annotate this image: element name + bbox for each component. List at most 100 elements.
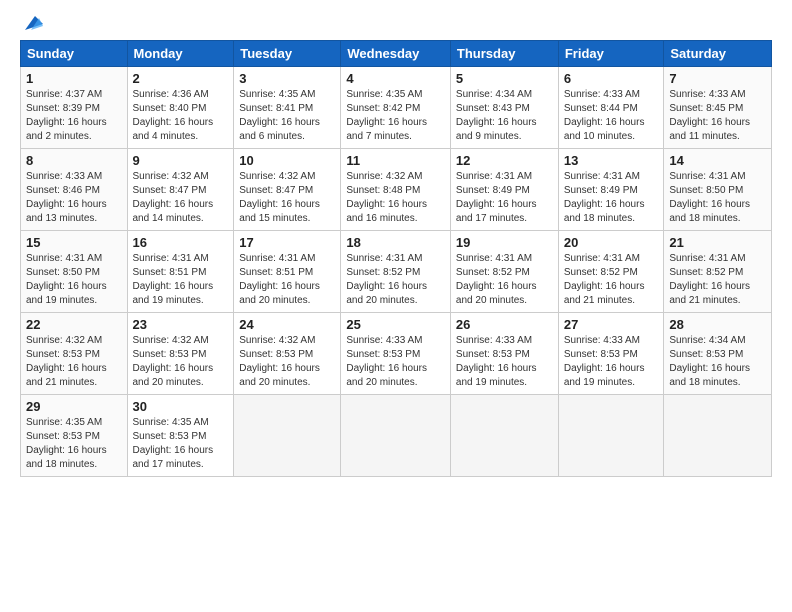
day-number: 28 (669, 317, 766, 332)
calendar-day-header: Friday (558, 41, 664, 67)
day-info: Sunrise: 4:33 AMSunset: 8:53 PMDaylight:… (346, 334, 445, 390)
calendar-day-cell: 5 Sunrise: 4:34 AMSunset: 8:43 PMDaylight… (450, 67, 558, 149)
calendar-day-header: Wednesday (341, 41, 451, 67)
calendar-day-cell: 6Sunrise: 4:33 AMSunset: 8:44 PMDaylight… (558, 67, 664, 149)
calendar-day-cell: 26 Sunrise: 4:33 AMSunset: 8:53 PMDayligh… (450, 313, 558, 395)
calendar-day-cell (558, 395, 664, 477)
calendar-day-cell: 27Sunrise: 4:33 AMSunset: 8:53 PMDayligh… (558, 313, 664, 395)
calendar-day-cell: 7 Sunrise: 4:33 AMSunset: 8:45 PMDaylight… (664, 67, 772, 149)
calendar-day-cell: 3 Sunrise: 4:35 AMSunset: 8:41 PMDaylight… (234, 67, 341, 149)
calendar-day-cell (234, 395, 341, 477)
day-info: Sunrise: 4:31 AMSunset: 8:52 PMDaylight:… (456, 252, 553, 308)
day-number: 29 (26, 399, 122, 414)
day-info: Sunrise: 4:32 AMSunset: 8:47 PMDaylight:… (239, 170, 335, 226)
day-number: 23 (133, 317, 229, 332)
day-info: Sunrise: 4:32 AMSunset: 8:48 PMDaylight:… (346, 170, 445, 226)
day-info: Sunrise: 4:34 AMSunset: 8:53 PMDaylight:… (669, 334, 766, 390)
calendar-day-header: Saturday (664, 41, 772, 67)
day-info: Sunrise: 4:31 AMSunset: 8:51 PMDaylight:… (239, 252, 335, 308)
day-info: Sunrise: 4:31 AMSunset: 8:51 PMDaylight:… (133, 252, 229, 308)
calendar-day-cell: 20 Sunrise: 4:31 AMSunset: 8:52 PMDayligh… (558, 231, 664, 313)
calendar-table: SundayMondayTuesdayWednesdayThursdayFrid… (20, 40, 772, 477)
day-number: 20 (564, 235, 659, 250)
day-info: Sunrise: 4:31 AMSunset: 8:49 PMDaylight:… (456, 170, 553, 226)
day-info: Sunrise: 4:33 AMSunset: 8:46 PMDaylight:… (26, 170, 122, 226)
calendar-day-cell: 4 Sunrise: 4:35 AMSunset: 8:42 PMDaylight… (341, 67, 451, 149)
day-info: Sunrise: 4:32 AMSunset: 8:53 PMDaylight:… (26, 334, 122, 390)
day-info: Sunrise: 4:35 AMSunset: 8:53 PMDaylight:… (133, 416, 229, 472)
calendar-day-cell: 29 Sunrise: 4:35 AMSunset: 8:53 PMDayligh… (21, 395, 128, 477)
calendar-day-cell: 9Sunrise: 4:32 AMSunset: 8:47 PMDaylight… (127, 149, 234, 231)
calendar-day-header: Thursday (450, 41, 558, 67)
calendar-week-row: 22 Sunrise: 4:32 AMSunset: 8:53 PMDayligh… (21, 313, 772, 395)
page: SundayMondayTuesdayWednesdayThursdayFrid… (0, 0, 792, 612)
day-number: 15 (26, 235, 122, 250)
day-number: 11 (346, 153, 445, 168)
day-info: Sunrise: 4:35 AMSunset: 8:41 PMDaylight:… (239, 88, 335, 144)
day-number: 27 (564, 317, 659, 332)
day-number: 1 (26, 71, 122, 86)
calendar-day-cell (450, 395, 558, 477)
day-number: 19 (456, 235, 553, 250)
day-info: Sunrise: 4:34 AMSunset: 8:43 PMDaylight:… (456, 88, 553, 144)
day-info: Sunrise: 4:31 AMSunset: 8:50 PMDaylight:… (669, 170, 766, 226)
day-number: 22 (26, 317, 122, 332)
logo (20, 16, 43, 30)
calendar-day-cell: 19 Sunrise: 4:31 AMSunset: 8:52 PMDayligh… (450, 231, 558, 313)
day-number: 17 (239, 235, 335, 250)
calendar-week-row: 8 Sunrise: 4:33 AMSunset: 8:46 PMDaylight… (21, 149, 772, 231)
day-number: 26 (456, 317, 553, 332)
day-number: 24 (239, 317, 335, 332)
calendar-day-cell: 8 Sunrise: 4:33 AMSunset: 8:46 PMDaylight… (21, 149, 128, 231)
calendar-day-cell: 1 Sunrise: 4:37 AMSunset: 8:39 PMDaylight… (21, 67, 128, 149)
day-number: 5 (456, 71, 553, 86)
day-number: 4 (346, 71, 445, 86)
day-info: Sunrise: 4:33 AMSunset: 8:45 PMDaylight:… (669, 88, 766, 144)
day-info: Sunrise: 4:36 AMSunset: 8:40 PMDaylight:… (133, 88, 229, 144)
logo-icon (21, 12, 43, 34)
day-number: 18 (346, 235, 445, 250)
calendar-day-cell: 10 Sunrise: 4:32 AMSunset: 8:47 PMDayligh… (234, 149, 341, 231)
day-number: 30 (133, 399, 229, 414)
day-number: 7 (669, 71, 766, 86)
day-info: Sunrise: 4:37 AMSunset: 8:39 PMDaylight:… (26, 88, 122, 144)
day-number: 10 (239, 153, 335, 168)
day-info: Sunrise: 4:31 AMSunset: 8:52 PMDaylight:… (564, 252, 659, 308)
calendar-day-cell: 30 Sunrise: 4:35 AMSunset: 8:53 PMDayligh… (127, 395, 234, 477)
calendar-day-header: Monday (127, 41, 234, 67)
day-info: Sunrise: 4:32 AMSunset: 8:47 PMDaylight:… (133, 170, 229, 226)
calendar-day-header: Sunday (21, 41, 128, 67)
day-info: Sunrise: 4:31 AMSunset: 8:52 PMDaylight:… (669, 252, 766, 308)
calendar-day-cell (341, 395, 451, 477)
calendar-day-cell: 2 Sunrise: 4:36 AMSunset: 8:40 PMDaylight… (127, 67, 234, 149)
day-info: Sunrise: 4:32 AMSunset: 8:53 PMDaylight:… (133, 334, 229, 390)
calendar-day-cell (664, 395, 772, 477)
day-number: 21 (669, 235, 766, 250)
calendar-week-row: 29 Sunrise: 4:35 AMSunset: 8:53 PMDayligh… (21, 395, 772, 477)
day-info: Sunrise: 4:32 AMSunset: 8:53 PMDaylight:… (239, 334, 335, 390)
day-info: Sunrise: 4:35 AMSunset: 8:53 PMDaylight:… (26, 416, 122, 472)
calendar-header-row: SundayMondayTuesdayWednesdayThursdayFrid… (21, 41, 772, 67)
calendar-day-cell: 17 Sunrise: 4:31 AMSunset: 8:51 PMDayligh… (234, 231, 341, 313)
calendar-day-cell: 12Sunrise: 4:31 AMSunset: 8:49 PMDayligh… (450, 149, 558, 231)
calendar-day-cell: 25 Sunrise: 4:33 AMSunset: 8:53 PMDayligh… (341, 313, 451, 395)
calendar-day-cell: 14 Sunrise: 4:31 AMSunset: 8:50 PMDayligh… (664, 149, 772, 231)
day-number: 13 (564, 153, 659, 168)
calendar-day-cell: 22 Sunrise: 4:32 AMSunset: 8:53 PMDayligh… (21, 313, 128, 395)
day-info: Sunrise: 4:31 AMSunset: 8:49 PMDaylight:… (564, 170, 659, 226)
day-info: Sunrise: 4:33 AMSunset: 8:53 PMDaylight:… (456, 334, 553, 390)
calendar-day-header: Tuesday (234, 41, 341, 67)
day-number: 25 (346, 317, 445, 332)
calendar-day-cell: 28 Sunrise: 4:34 AMSunset: 8:53 PMDayligh… (664, 313, 772, 395)
day-number: 14 (669, 153, 766, 168)
calendar-week-row: 15 Sunrise: 4:31 AMSunset: 8:50 PMDayligh… (21, 231, 772, 313)
calendar-week-row: 1 Sunrise: 4:37 AMSunset: 8:39 PMDaylight… (21, 67, 772, 149)
header (20, 16, 772, 30)
day-number: 2 (133, 71, 229, 86)
day-number: 3 (239, 71, 335, 86)
day-info: Sunrise: 4:31 AMSunset: 8:50 PMDaylight:… (26, 252, 122, 308)
day-info: Sunrise: 4:35 AMSunset: 8:42 PMDaylight:… (346, 88, 445, 144)
calendar-day-cell: 18Sunrise: 4:31 AMSunset: 8:52 PMDayligh… (341, 231, 451, 313)
day-number: 6 (564, 71, 659, 86)
day-number: 8 (26, 153, 122, 168)
